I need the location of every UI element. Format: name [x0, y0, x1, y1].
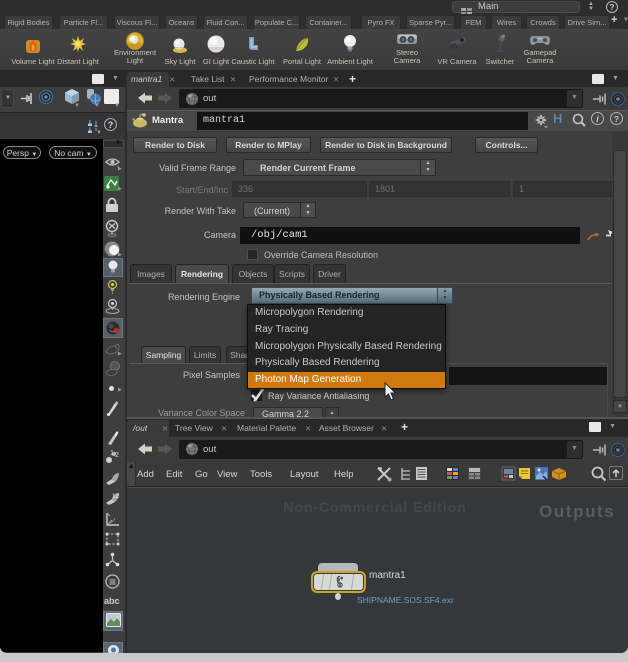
svg-text:2: 2	[115, 452, 119, 459]
svg-text:12: 12	[112, 493, 120, 500]
svg-text:1: 1	[110, 450, 114, 457]
